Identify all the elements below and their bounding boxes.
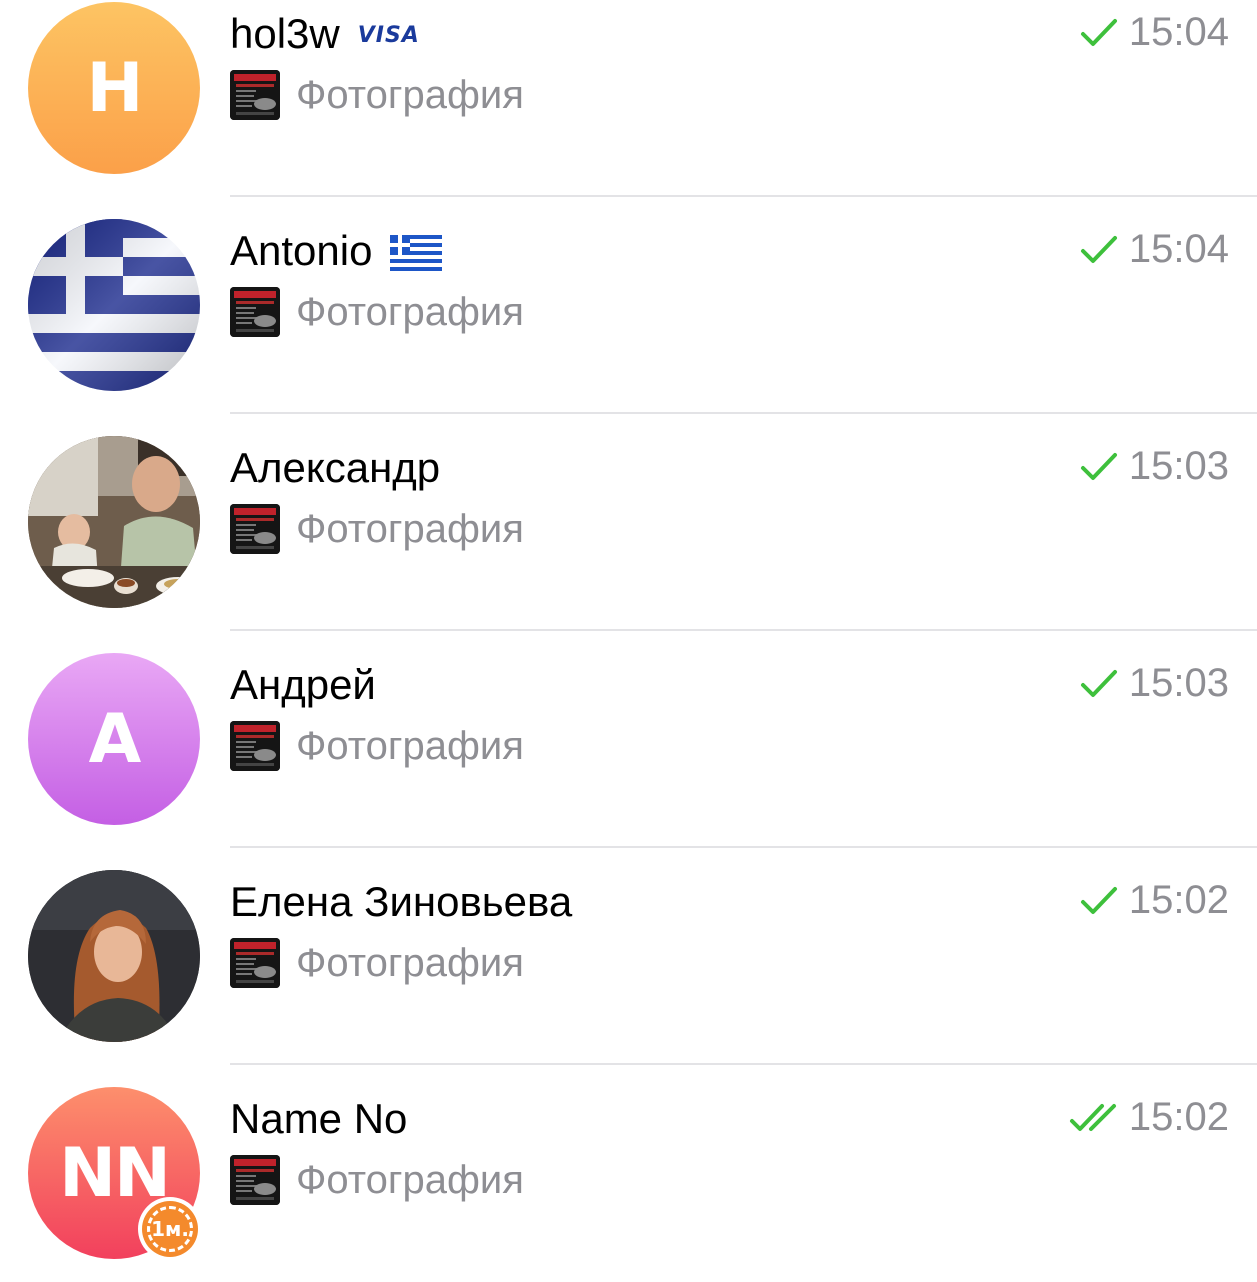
chat-meta: 15:02	[1079, 878, 1229, 923]
photo-thumbnail	[230, 721, 280, 771]
chat-name-text: Name No	[230, 1095, 408, 1142]
chat-name-text: Александр	[230, 444, 441, 491]
chat-meta: 15:04	[1079, 227, 1229, 272]
chat-row-name-no[interactable]: NN 1м. Name No Фотография 15:02	[0, 1065, 1257, 1282]
avatar[interactable]	[28, 219, 200, 391]
double-check-icon	[1069, 1102, 1119, 1134]
preview-text: Фотография	[296, 289, 524, 334]
story-badge[interactable]: 1м.	[138, 1197, 202, 1261]
time: 15:02	[1128, 878, 1229, 922]
avatar[interactable]	[28, 436, 200, 608]
check-icon	[1079, 668, 1119, 700]
preview-text: Фотография	[296, 506, 524, 551]
chat-meta: 15:04	[1079, 10, 1229, 55]
chat-meta: 15:03	[1079, 444, 1229, 489]
avatar-wrap[interactable]: NN 1м.	[28, 1087, 202, 1261]
check-icon	[1079, 885, 1119, 917]
chat-meta: 15:02	[1069, 1095, 1229, 1140]
portrait-photo	[28, 870, 200, 1042]
chat-name-text: Antonio	[230, 227, 373, 274]
time: 15:02	[1128, 1095, 1229, 1139]
chat-preview: Фотография	[230, 1155, 524, 1205]
chat-name: Елена Зиновьева	[230, 878, 572, 926]
chat-name: Александр	[230, 444, 440, 492]
time: 15:04	[1128, 10, 1229, 54]
preview-text: Фотография	[296, 723, 524, 768]
chat-preview: Фотография	[230, 70, 524, 120]
chat-preview: Фотография	[230, 721, 524, 771]
chat-preview: Фотография	[230, 287, 524, 337]
chat-preview: Фотография	[230, 504, 524, 554]
time: 15:03	[1128, 444, 1229, 488]
cafe-photo	[28, 436, 200, 608]
chat-list: H hol3w VISA Фотография 15:04 Antonio Фо…	[0, 0, 1257, 1282]
time: 15:04	[1128, 227, 1229, 271]
avatar[interactable]: H	[28, 2, 200, 174]
chat-name: hol3w VISA	[230, 10, 420, 58]
time: 15:03	[1128, 661, 1229, 705]
chat-row-elena[interactable]: Елена Зиновьева Фотография 15:02	[0, 848, 1257, 1065]
chat-row-aleksandr[interactable]: Александр Фотография 15:03	[0, 414, 1257, 631]
check-icon	[1079, 451, 1119, 483]
visa-badge: VISA	[357, 22, 420, 48]
chat-name-text: hol3w	[230, 10, 340, 57]
photo-thumbnail	[230, 70, 280, 120]
avatar[interactable]: A	[28, 653, 200, 825]
chat-preview: Фотография	[230, 938, 524, 988]
chat-row-andrey[interactable]: A Андрей Фотография 15:03	[0, 631, 1257, 848]
chat-name-text: Елена Зиновьева	[230, 878, 573, 925]
story-timer-icon: 1м.	[142, 1201, 198, 1257]
photo-thumbnail	[230, 287, 280, 337]
photo-thumbnail	[230, 504, 280, 554]
story-badge-text: 1м.	[151, 1217, 189, 1241]
greece-flag-icon	[390, 233, 443, 271]
avatar-initials: A	[88, 699, 142, 779]
preview-text: Фотография	[296, 940, 524, 985]
avatar[interactable]	[28, 870, 200, 1042]
photo-thumbnail	[230, 1155, 280, 1205]
check-icon	[1079, 234, 1119, 266]
check-icon	[1079, 17, 1119, 49]
chat-row-hol3w[interactable]: H hol3w VISA Фотография 15:04	[0, 0, 1257, 197]
chat-row-antonio[interactable]: Antonio Фотография 15:04	[0, 197, 1257, 414]
chat-meta: 15:03	[1079, 661, 1229, 706]
preview-text: Фотография	[296, 1157, 524, 1202]
greece-flag-photo	[28, 219, 200, 391]
avatar-initials: H	[86, 48, 144, 128]
photo-thumbnail	[230, 938, 280, 988]
chat-name-text: Андрей	[230, 661, 376, 708]
preview-text: Фотография	[296, 72, 524, 117]
chat-name: Name No	[230, 1095, 407, 1143]
chat-name: Antonio	[230, 227, 443, 275]
chat-name: Андрей	[230, 661, 376, 709]
